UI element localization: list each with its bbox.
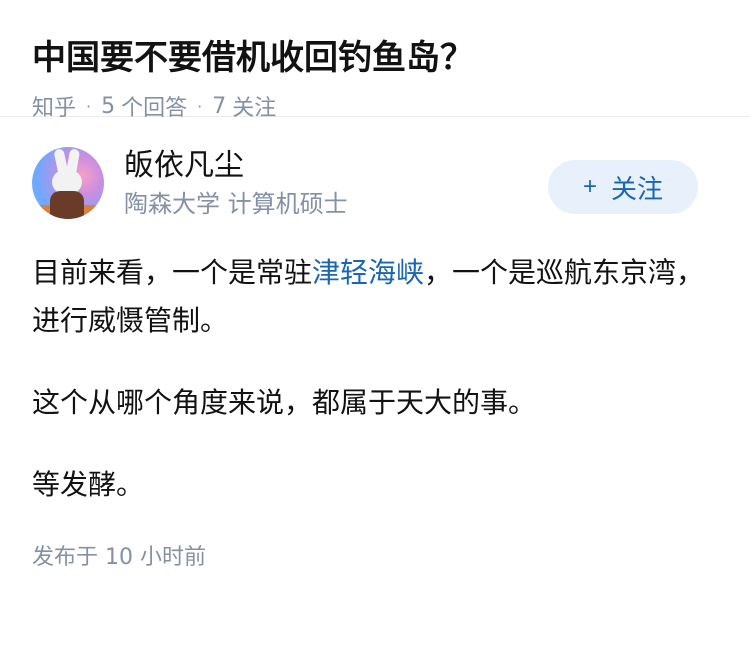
avatar-body xyxy=(50,191,84,219)
follow-button[interactable]: + 关注 xyxy=(548,160,698,214)
followers-count: 7 xyxy=(212,93,227,119)
question-header: 中国要不要借机收回钓鱼岛？ 知乎 · 5 个回答 · 7 关注 xyxy=(0,0,750,121)
answer-card: 皈依凡尘 陶森大学 计算机硕士 + 关注 目前来看，一个是常驻津轻海峡，一个是巡… xyxy=(0,117,750,573)
followers-label[interactable]: 关注 xyxy=(232,90,276,122)
answer-content: 目前来看，一个是常驻津轻海峡，一个是巡航东京湾，进行威慑管制。 这个从哪个角度来… xyxy=(32,249,718,509)
publish-time: 发布于 10 小时前 xyxy=(32,545,206,570)
paragraph: 等发酵。 xyxy=(32,468,145,501)
paragraph-text: 目前来看，一个是常驻 xyxy=(32,256,313,289)
author-info: 皈依凡尘 陶森大学 计算机硕士 xyxy=(124,146,548,220)
author-name[interactable]: 皈依凡尘 xyxy=(124,146,548,186)
answers-label[interactable]: 个回答 xyxy=(121,90,187,122)
follow-button-label: 关注 xyxy=(611,173,664,204)
paragraph: 目前来看，一个是常驻津轻海峡，一个是巡航东京湾，进行威慑管制。 xyxy=(32,249,718,345)
paragraph: 这个从哪个角度来说，都属于天大的事。 xyxy=(32,386,537,419)
source-label[interactable]: 知乎 xyxy=(32,90,76,122)
author-row: 皈依凡尘 陶森大学 计算机硕士 + 关注 xyxy=(32,117,718,249)
separator-dot: · xyxy=(197,96,203,116)
topic-link[interactable]: 津轻海峡 xyxy=(312,256,424,289)
answers-count: 5 xyxy=(101,93,116,119)
question-title[interactable]: 中国要不要借机收回钓鱼岛？ xyxy=(32,34,718,82)
separator-dot: · xyxy=(86,96,92,116)
plus-icon: + xyxy=(582,173,597,200)
avatar[interactable] xyxy=(32,147,104,219)
author-headline: 陶森大学 计算机硕士 xyxy=(124,190,348,218)
